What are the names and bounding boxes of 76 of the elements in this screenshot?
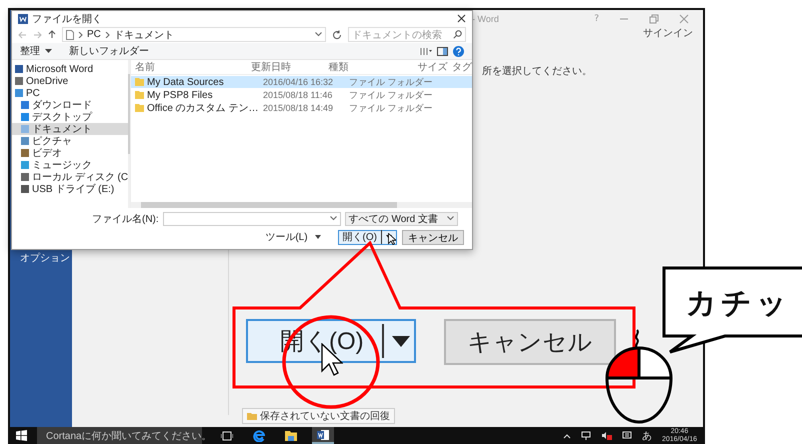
column-header[interactable]: 種類 [324, 60, 414, 74]
file-date: 2015/08/18 11:46 [262, 90, 334, 100]
file-name: My Data Sources [147, 76, 224, 88]
instruction-text: 所を選択してください。 [482, 64, 592, 78]
sign-in-link[interactable]: サインイン [643, 26, 693, 40]
notification-icon[interactable] [622, 431, 632, 440]
speaker-muted-icon[interactable] [600, 431, 612, 440]
view-options-icon[interactable] [420, 46, 432, 56]
new-folder-button[interactable]: 新しいフォルダー [69, 44, 149, 58]
file-name-field[interactable] [162, 212, 341, 226]
folder-icon [285, 430, 297, 441]
tools-menu[interactable]: ツール(L) [265, 230, 308, 244]
chevron-right-icon [104, 32, 110, 38]
window-title: - Word [472, 14, 499, 24]
refresh-icon[interactable] [332, 30, 342, 40]
caret-icon[interactable] [315, 32, 322, 37]
navigation-item[interactable]: ピクチャ [12, 135, 128, 147]
navigation-item[interactable]: ビデオ [12, 147, 128, 159]
browser-e-icon [253, 430, 265, 442]
caret-icon[interactable] [45, 48, 52, 54]
file-name: Office のカスタム テン… [147, 102, 258, 115]
preview-pane-icon[interactable] [437, 46, 448, 56]
network-icon[interactable] [580, 431, 591, 440]
navigation-item[interactable]: ダウンロード [12, 99, 128, 111]
scrollbar[interactable] [128, 60, 130, 208]
caret-icon [446, 216, 454, 221]
close-icon[interactable] [457, 14, 466, 23]
caret-icon[interactable] [314, 235, 321, 239]
navigation-item[interactable]: Microsoft Word [12, 63, 128, 75]
file-date: 2015/08/18 14:49 [262, 103, 334, 113]
cursor-icon [388, 233, 396, 245]
up-arrow-icon[interactable] [48, 30, 56, 39]
column-header[interactable]: 更新日時 [246, 60, 325, 74]
address-bar[interactable]: PC ドキュメント [62, 27, 326, 42]
navigation-item[interactable]: OneDrive [12, 75, 128, 87]
file-row[interactable]: Office のカスタム テン… 2015/08/18 14:49 ファイル フォルダー [131, 102, 472, 114]
folder-icon [247, 412, 257, 420]
breadcrumb-item[interactable]: ドキュメント [114, 28, 174, 42]
cancel-button-enlarged[interactable]: キャンセル [444, 319, 616, 365]
search-icon [453, 30, 462, 39]
task-view-icon [221, 430, 233, 440]
file-type: ファイル フォルダー [348, 102, 434, 114]
breadcrumb-item[interactable]: PC [87, 29, 101, 40]
file-type-dropdown[interactable]: すべての Word 文書 [344, 212, 458, 226]
file-type: ファイル フォルダー [348, 76, 434, 88]
navigation-item[interactable]: ミュージック [12, 159, 128, 171]
cancel-button[interactable]: キャンセル [402, 230, 464, 244]
file-row[interactable]: My Data Sources 2016/04/16 16:32 ファイル フォルダー [131, 76, 472, 88]
dialog-title: ファイルを開く [32, 12, 102, 26]
help-icon[interactable] [453, 46, 464, 56]
chevron-right-icon [78, 32, 83, 38]
file-type: ファイル フォルダー [348, 88, 434, 102]
sidebar-item[interactable]: オプション [10, 251, 72, 265]
open-button[interactable]: 開く(O) [338, 230, 397, 244]
file-name: My PSP8 Files [147, 90, 213, 100]
navigation-item[interactable]: USB ドライブ (E:) [12, 183, 128, 195]
organize-menu[interactable]: 整理 [20, 44, 40, 58]
caret-icon [392, 336, 410, 346]
input-mode-indicator[interactable]: あ [642, 428, 652, 442]
recover-documents-button[interactable]: 保存されていない文書の回復 [242, 408, 395, 424]
file-row[interactable]: My PSP8 Files 2015/08/18 11:46 ファイル フォルダー [131, 89, 472, 101]
scrollbar[interactable] [131, 202, 472, 208]
navigation-item[interactable]: デスクトップ [12, 111, 128, 123]
column-header[interactable]: タグ [448, 60, 472, 74]
sound-effect-text: カチッ [686, 285, 791, 323]
file-date: 2016/04/16 16:32 [262, 77, 334, 87]
column-header[interactable]: 名前 [131, 60, 247, 74]
navigation-item[interactable]: ドキュメント [12, 123, 128, 135]
caret-icon [330, 216, 337, 221]
column-header[interactable]: サイズ [413, 60, 448, 74]
taskbar-app-button[interactable] [312, 427, 334, 444]
file-name-label: ファイル名(N): [92, 212, 159, 226]
navigation-item[interactable]: PC [12, 87, 128, 99]
windows-logo-icon[interactable] [16, 430, 27, 441]
navigation-item[interactable]: ローカル ディスク (C [12, 171, 128, 183]
chevron-up-icon[interactable] [562, 432, 571, 438]
